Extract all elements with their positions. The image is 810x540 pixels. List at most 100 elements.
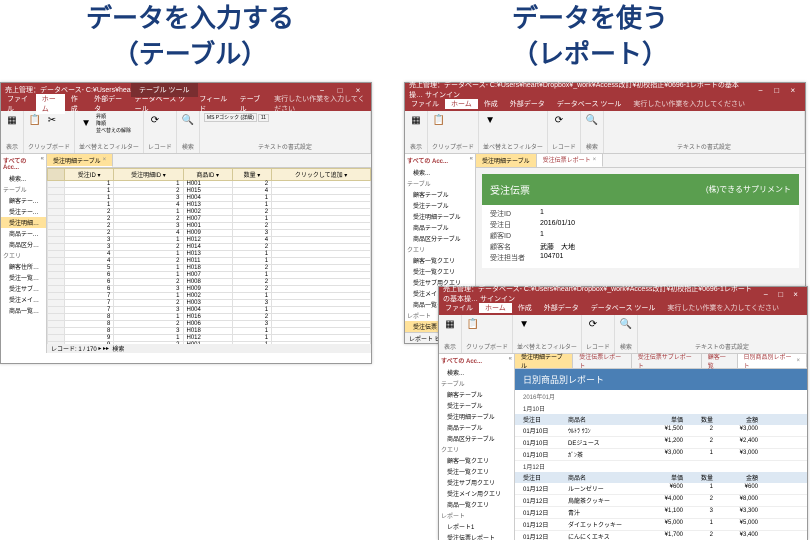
grid-icon[interactable]: ▦ xyxy=(409,113,423,127)
search-icon[interactable]: 🔍 xyxy=(181,113,195,127)
row-selector[interactable] xyxy=(48,181,65,188)
font-size[interactable]: 11 xyxy=(258,114,269,122)
menu-file[interactable]: ファイル xyxy=(405,99,445,109)
row-selector[interactable] xyxy=(48,279,65,286)
cell[interactable]: 1 xyxy=(232,216,271,223)
cell[interactable]: H018 xyxy=(183,265,232,272)
cell[interactable]: 3 xyxy=(114,328,183,335)
menu-create[interactable]: 作成 xyxy=(512,303,538,313)
cell[interactable]: 3 xyxy=(232,321,271,328)
cell[interactable]: 4 xyxy=(65,258,114,265)
col-header[interactable]: 受注ID ▾ xyxy=(65,169,114,181)
doc-tab[interactable]: 顧客一覧 xyxy=(702,354,738,368)
cell[interactable]: 2 xyxy=(65,223,114,230)
cell[interactable]: H009 xyxy=(183,286,232,293)
close-button[interactable]: × xyxy=(785,86,801,95)
maximize-button[interactable]: □ xyxy=(773,290,788,299)
nav-item[interactable]: 商品テーブル xyxy=(405,222,475,233)
search-icon[interactable]: 🔍 xyxy=(619,317,633,331)
nav-item[interactable]: 受注サブ用クエリ xyxy=(439,477,514,488)
sort-clear[interactable]: 並べ替えの解除 xyxy=(96,127,131,134)
doc-tab[interactable]: 受注伝票レポート× xyxy=(537,154,604,167)
row-selector[interactable] xyxy=(48,237,65,244)
cell[interactable]: 1 xyxy=(114,209,183,216)
sort-asc[interactable]: 昇順 xyxy=(96,113,131,120)
nav-item[interactable]: 受注テーブル xyxy=(439,400,514,411)
row-selector[interactable] xyxy=(48,286,65,293)
paste-icon[interactable]: 📋 xyxy=(432,113,446,127)
cell[interactable]: H001 xyxy=(183,181,232,188)
cell[interactable]: H003 xyxy=(183,300,232,307)
cell[interactable]: 3 xyxy=(65,244,114,251)
cell[interactable]: 3 xyxy=(65,237,114,244)
funnel-icon[interactable]: ▼ xyxy=(483,113,497,127)
refresh-icon[interactable]: ⟳ xyxy=(148,113,162,127)
cell[interactable]: 9 xyxy=(65,335,114,342)
doc-tab[interactable]: 受注伝票サブレポート xyxy=(632,354,702,368)
cell[interactable]: 2 xyxy=(232,181,271,188)
nav-item[interactable]: 商品一覧クエリ xyxy=(1,305,46,316)
paste-icon[interactable]: 📋 xyxy=(466,317,480,331)
nav-item[interactable]: 商品一覧クエリ xyxy=(439,499,514,510)
close-button[interactable]: × xyxy=(788,290,803,299)
cell[interactable]: H008 xyxy=(183,279,232,286)
chevron-icon[interactable]: « xyxy=(509,356,512,365)
cell[interactable]: 2 xyxy=(232,314,271,321)
cell[interactable]: 6 xyxy=(65,272,114,279)
cell[interactable]: H004 xyxy=(183,195,232,202)
funnel-icon[interactable]: ▼ xyxy=(517,317,531,331)
cell[interactable]: H006 xyxy=(183,321,232,328)
nav-search[interactable]: 検索... xyxy=(439,367,514,378)
row-selector[interactable] xyxy=(48,216,65,223)
cell[interactable]: 3 xyxy=(232,300,271,307)
nav-item[interactable]: 顧客テーブル xyxy=(405,189,475,200)
cell[interactable]: 4 xyxy=(114,230,183,237)
cell[interactable]: 4 xyxy=(114,202,183,209)
cell[interactable]: H011 xyxy=(183,258,232,265)
sort-desc[interactable]: 降順 xyxy=(96,120,131,127)
row-selector[interactable] xyxy=(48,202,65,209)
row-selector[interactable] xyxy=(48,300,65,307)
cell[interactable]: 1 xyxy=(232,251,271,258)
row-selector[interactable] xyxy=(48,293,65,300)
cell[interactable]: 1 xyxy=(114,314,183,321)
col-header[interactable]: 数量 ▾ xyxy=(232,169,271,181)
cell[interactable]: 2 xyxy=(232,244,271,251)
cell[interactable]: 3 xyxy=(232,230,271,237)
row-selector[interactable] xyxy=(48,230,65,237)
grid-icon[interactable]: ▦ xyxy=(5,113,19,127)
cell[interactable]: 1 xyxy=(65,202,114,209)
cell[interactable]: 1 xyxy=(232,307,271,314)
cell[interactable]: H009 xyxy=(183,230,232,237)
cell[interactable]: 1 xyxy=(232,293,271,300)
menu-file[interactable]: ファイル xyxy=(439,303,479,313)
cell[interactable]: 2 xyxy=(232,209,271,216)
nav-item[interactable]: 商品テーブル xyxy=(439,422,514,433)
nav-item[interactable]: 受注サブ用クエリ xyxy=(1,283,46,294)
nav-item[interactable]: 商品区分テーブル xyxy=(439,433,514,444)
nav-item[interactable]: 商品区分テーブル xyxy=(1,239,46,250)
cell[interactable]: H018 xyxy=(183,328,232,335)
cell[interactable]: 2 xyxy=(232,223,271,230)
nav-search[interactable]: 検索... xyxy=(405,167,475,178)
nav-item[interactable]: 受注明細テーブル xyxy=(439,411,514,422)
cell[interactable]: 4 xyxy=(65,251,114,258)
cell[interactable]: 7 xyxy=(65,300,114,307)
minimize-button[interactable]: − xyxy=(758,290,773,299)
nav-item[interactable]: 商品区分テーブル xyxy=(405,233,475,244)
cell[interactable]: 2 xyxy=(65,216,114,223)
cell[interactable]: 8 xyxy=(65,314,114,321)
nav-item[interactable]: 顧客テーブル xyxy=(1,195,46,206)
cell[interactable]: H007 xyxy=(183,216,232,223)
cell[interactable]: H002 xyxy=(183,293,232,300)
nav-item[interactable]: 受注一覧クエリ xyxy=(1,272,46,283)
cell[interactable]: 8 xyxy=(65,328,114,335)
cell[interactable]: 1 xyxy=(114,251,183,258)
cell[interactable]: H012 xyxy=(183,237,232,244)
nav-item[interactable]: 顧客一覧クエリ xyxy=(439,455,514,466)
cell[interactable]: 8 xyxy=(65,321,114,328)
row-selector[interactable] xyxy=(48,307,65,314)
record-navigator[interactable]: レコード: 1 / 170 ▸ ▸▸ 検索 xyxy=(47,344,371,353)
cell[interactable]: 1 xyxy=(114,181,183,188)
nav-item[interactable]: 受注テーブル xyxy=(405,200,475,211)
